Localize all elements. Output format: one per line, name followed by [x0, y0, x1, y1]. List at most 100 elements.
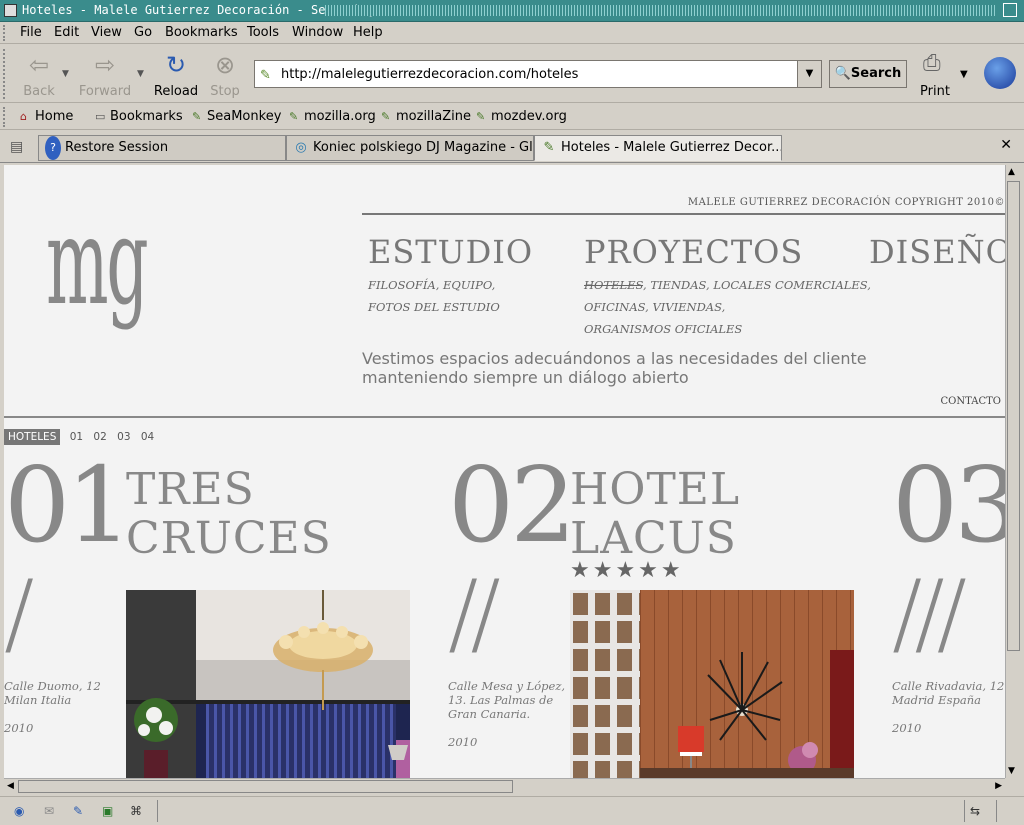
bookmark-label: Bookmarks — [110, 109, 183, 124]
bookmark-icon: ✎ — [381, 110, 391, 123]
estudio-link-fotos[interactable]: FOTOS DEL ESTUDIO — [368, 296, 500, 318]
scroll-right-icon[interactable]: ▶ — [995, 781, 1002, 791]
pager-page-03[interactable]: 03 — [117, 431, 130, 443]
bookmark-seamonkey[interactable]: ✎ SeaMonkey — [192, 109, 281, 124]
back-arrow-icon: ⇦ — [28, 51, 50, 79]
reload-label: Reload — [153, 84, 199, 99]
seamonkey-logo-icon[interactable] — [984, 57, 1016, 89]
contact-link[interactable]: CONTACTO — [941, 396, 1001, 407]
address-line: Calle Mesa y López, — [448, 679, 566, 693]
hotel-number: 02 — [448, 444, 576, 566]
tab-label: Restore Session — [65, 140, 169, 155]
bookmark-mozilla-org[interactable]: ✎ mozilla.org — [289, 109, 376, 124]
nav-diseno[interactable]: DISEÑO — [869, 233, 1005, 271]
pager-page-02[interactable]: 02 — [93, 431, 106, 443]
proyectos-link-organismos[interactable]: ORGANISMOS OFICIALES — [584, 318, 871, 340]
reload-button[interactable]: ↻ Reload — [149, 51, 203, 99]
vertical-scroll-thumb[interactable] — [1007, 181, 1020, 651]
folder-icon: ▭ — [95, 110, 106, 123]
window-menu-icon[interactable] — [4, 4, 17, 17]
search-button[interactable]: 🔍Search — [829, 60, 907, 88]
help-icon: ? — [45, 136, 61, 160]
estudio-link-filosofia[interactable]: FILOSOFÍA, EQUIPO, — [368, 274, 500, 296]
menu-edit[interactable]: Edit — [54, 25, 79, 40]
hotel-title-line: LACUS — [570, 513, 737, 564]
stop-button[interactable]: ⊗ Stop — [198, 51, 252, 99]
toolbar-grip[interactable] — [3, 25, 8, 41]
bookmarks-toolbar: ⌂ Home ▭ Bookmarks ✎ SeaMonkey ✎ mozilla.org… — [0, 104, 1024, 130]
menu-window[interactable]: Window — [292, 25, 343, 40]
hotel-photo[interactable] — [570, 590, 854, 778]
site-logo[interactable]: mg — [46, 203, 149, 323]
url-history-dropdown-icon[interactable]: ▼ — [797, 61, 821, 87]
tab-bar: ▤ ? Restore Session ◎ Koniec polskiego DJ … — [0, 131, 1024, 163]
pager-page-04[interactable]: 04 — [141, 431, 154, 443]
online-status-icon[interactable]: ⇆ — [970, 804, 988, 818]
site-favicon-icon: ✎ — [260, 68, 271, 83]
hotel-title[interactable]: TRES CRUCES — [126, 465, 332, 563]
menu-help[interactable]: Help — [353, 25, 383, 40]
nav-estudio[interactable]: ESTUDIO — [368, 233, 533, 271]
browser-icon[interactable]: ◉ — [14, 804, 32, 818]
menu-go[interactable]: Go — [134, 25, 152, 40]
pager-page-01[interactable]: 01 — [70, 431, 83, 443]
mail-icon[interactable]: ✉ — [44, 804, 62, 818]
horizontal-scrollbar[interactable]: ◀ ▶ — [4, 778, 1005, 794]
forward-dropdown-icon[interactable]: ▼ — [137, 69, 144, 79]
tab-restore-session[interactable]: ? Restore Session — [38, 135, 286, 161]
new-tab-icon[interactable]: ▤ — [10, 139, 23, 155]
tab-dj-magazine[interactable]: ◎ Koniec polskiego DJ Magazine - Gl... — [286, 135, 534, 161]
composer-icon[interactable]: ✎ — [73, 804, 91, 818]
bookmark-mozdev[interactable]: ✎ mozdev.org — [476, 109, 567, 124]
menu-view[interactable]: View — [91, 25, 122, 40]
url-input[interactable]: http://malelegutierrezdecoracion.com/hot… — [281, 67, 578, 82]
url-bar[interactable]: ✎ http://malelegutierrezdecoracion.com/h… — [254, 60, 822, 88]
forward-button[interactable]: ⇨ Forward — [78, 51, 132, 99]
forward-arrow-icon: ⇨ — [94, 51, 116, 79]
menu-bar: File Edit View Go Bookmarks Tools Window… — [0, 22, 1024, 44]
print-button[interactable]: ⎙ Print — [915, 51, 955, 99]
bookmark-label: Home — [35, 109, 74, 124]
hotel-tres-cruces-image — [126, 590, 410, 778]
titlebar-drag-area[interactable] — [325, 5, 995, 16]
hotel-title-line: HOTEL — [570, 464, 741, 515]
menu-file[interactable]: File — [20, 25, 42, 40]
hotel-photo[interactable] — [126, 590, 410, 778]
proyectos-link-oficinas[interactable]: OFICINAS, VIVIENDAS, — [584, 296, 871, 318]
bookmark-home[interactable]: ⌂ Home — [20, 109, 73, 124]
scroll-left-icon[interactable]: ◀ — [7, 781, 14, 791]
bookmark-label: mozilla.org — [304, 109, 376, 124]
chat-icon[interactable]: ▣ — [102, 804, 120, 818]
menu-tools[interactable]: Tools — [247, 25, 279, 40]
maximize-icon[interactable] — [1003, 3, 1017, 17]
tab-hoteles[interactable]: ✎ Hoteles - Malele Gutierrez Decor... — [534, 135, 782, 161]
toolbar-grip[interactable] — [3, 107, 8, 127]
toolbar-grip[interactable] — [3, 49, 8, 99]
bookmark-icon: ✎ — [192, 110, 202, 123]
proyectos-link-tiendas[interactable]: , TIENDAS, LOCALES COMERCIALES, — [643, 278, 871, 292]
pager-current[interactable]: HOTELES — [4, 429, 61, 445]
print-dropdown-icon[interactable]: ▼ — [960, 69, 968, 80]
bookmark-bookmarks[interactable]: ▭ Bookmarks — [95, 109, 183, 124]
hotel-address: Calle Rivadavia, 12 Madrid España — [892, 679, 1004, 707]
menu-bookmarks[interactable]: Bookmarks — [165, 25, 238, 40]
scroll-down-icon[interactable]: ▼ — [1008, 766, 1015, 776]
address-line: Calle Rivadavia, 12 — [892, 679, 1005, 693]
hotel-year: 2010 — [892, 721, 922, 735]
close-tab-icon[interactable]: ✕ — [1000, 137, 1012, 153]
address-book-icon[interactable]: ⌘ — [130, 804, 148, 818]
hotel-title[interactable]: HOTEL LACUS — [570, 465, 740, 563]
back-dropdown-icon[interactable]: ▼ — [62, 69, 69, 79]
bookmark-label: mozdev.org — [491, 109, 567, 124]
divider — [362, 213, 1005, 215]
nav-proyectos[interactable]: PROYECTOS — [584, 233, 803, 271]
forward-label: Forward — [78, 84, 132, 99]
bookmark-mozillazine[interactable]: ✎ mozillaZine — [381, 109, 471, 124]
scroll-up-icon[interactable]: ▲ — [1008, 167, 1015, 177]
back-button[interactable]: ⇦ Back — [12, 51, 66, 99]
proyectos-link-hoteles[interactable]: HOTELES — [584, 278, 643, 292]
stop-label: Stop — [210, 84, 240, 99]
vertical-scrollbar[interactable]: ▲ ▼ — [1005, 165, 1021, 778]
horizontal-scroll-thumb[interactable] — [18, 780, 513, 793]
address-line: Calle Duomo, 12 — [4, 679, 101, 693]
